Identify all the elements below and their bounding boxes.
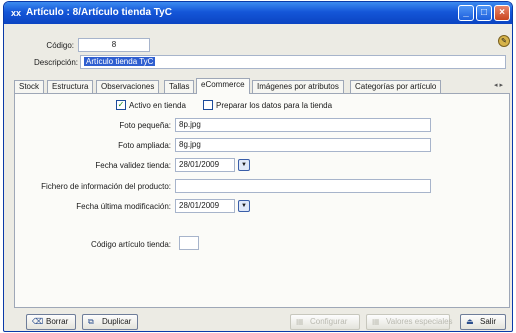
- fecha-modif-field[interactable]: 28/01/2009: [175, 199, 235, 213]
- fecha-modif-dropdown-icon[interactable]: ▼: [238, 200, 250, 212]
- descripcion-selected-text: Artículo tienda TyC: [84, 57, 156, 66]
- codigo-field[interactable]: 8: [78, 38, 150, 52]
- disabled-action-icon: ▦: [296, 317, 304, 326]
- article-window: xx Artículo : 8/Artículo tienda TyC _ □ …: [3, 1, 513, 332]
- ecommerce-panel: ✓ Activo en tienda Preparar los datos pa…: [14, 93, 510, 308]
- duplicar-button[interactable]: ⧉ Duplicar: [82, 314, 138, 330]
- tab-categorias-articulo[interactable]: Categorías por artículo: [350, 80, 442, 93]
- tab-stock[interactable]: Stock: [14, 80, 45, 93]
- fecha-modif-label: Fecha última modificación:: [76, 202, 171, 211]
- close-button[interactable]: ×: [494, 5, 510, 21]
- codigo-tienda-label: Código artículo tienda:: [90, 240, 171, 249]
- foto-ampliada-field[interactable]: 8g.jpg: [175, 138, 431, 152]
- fecha-validez-label: Fecha validez tienda:: [95, 161, 171, 170]
- fichero-field[interactable]: [175, 179, 431, 193]
- tab-imagenes-atributos[interactable]: Imágenes por atributos: [252, 80, 344, 93]
- disabled-button-1-label: Configurar: [310, 317, 348, 326]
- disabled-button-2-label: Valores especiales: [386, 317, 453, 326]
- fecha-validez-field[interactable]: 28/01/2009: [175, 158, 235, 172]
- preparar-datos-checkbox[interactable]: [203, 100, 213, 110]
- codigo-tienda-field[interactable]: [179, 236, 199, 250]
- activo-tienda-checkbox[interactable]: ✓: [116, 100, 126, 110]
- salir-button[interactable]: ⏏ Salir: [460, 314, 506, 330]
- title-bar[interactable]: xx Artículo : 8/Artículo tienda TyC _ □ …: [4, 2, 512, 24]
- disabled-button-2[interactable]: ▦ Valores especiales: [366, 314, 453, 330]
- descripcion-field[interactable]: Artículo tienda TyC: [80, 55, 506, 69]
- activo-tienda-label: Activo en tienda: [129, 101, 186, 110]
- fichero-label: Fichero de información del producto:: [41, 182, 171, 191]
- foto-pequena-label: Foto pequeña:: [119, 121, 171, 130]
- tab-ecommerce[interactable]: eCommerce: [196, 78, 250, 94]
- foto-pequena-field[interactable]: 8p.jpg: [175, 118, 431, 132]
- preparar-datos-label: Preparar los datos para la tienda: [216, 101, 333, 110]
- fecha-validez-dropdown-icon[interactable]: ▼: [238, 159, 250, 171]
- salir-label: Salir: [480, 317, 497, 326]
- disabled-button-1[interactable]: ▦ Configurar: [290, 314, 360, 330]
- borrar-button[interactable]: ⌫ Borrar: [26, 314, 76, 330]
- delete-icon: ⌫: [32, 317, 44, 326]
- duplicar-label: Duplicar: [102, 317, 132, 326]
- edit-pencil-icon[interactable]: ✎: [498, 35, 510, 47]
- tab-tallas[interactable]: Tallas: [164, 80, 195, 93]
- borrar-label: Borrar: [46, 317, 69, 326]
- app-icon: xx: [10, 8, 21, 18]
- tab-scroll-arrows[interactable]: ◂ ▸: [494, 81, 512, 92]
- tab-bar: Stock Estructura Observaciones Tallas eC…: [14, 78, 508, 94]
- window-title: Artículo : 8/Artículo tienda TyC: [26, 7, 172, 18]
- minimize-button[interactable]: _: [458, 5, 474, 21]
- codigo-label: Código:: [46, 41, 74, 50]
- descripcion-label: Descripción:: [33, 58, 78, 67]
- tab-estructura[interactable]: Estructura: [47, 80, 94, 93]
- duplicate-icon: ⧉: [88, 317, 94, 326]
- exit-icon: ⏏: [466, 317, 474, 326]
- maximize-button[interactable]: □: [476, 5, 492, 21]
- foto-ampliada-label: Foto ampliada:: [118, 141, 171, 150]
- disabled-action-icon-2: ▦: [372, 317, 380, 326]
- tab-observaciones[interactable]: Observaciones: [96, 80, 160, 93]
